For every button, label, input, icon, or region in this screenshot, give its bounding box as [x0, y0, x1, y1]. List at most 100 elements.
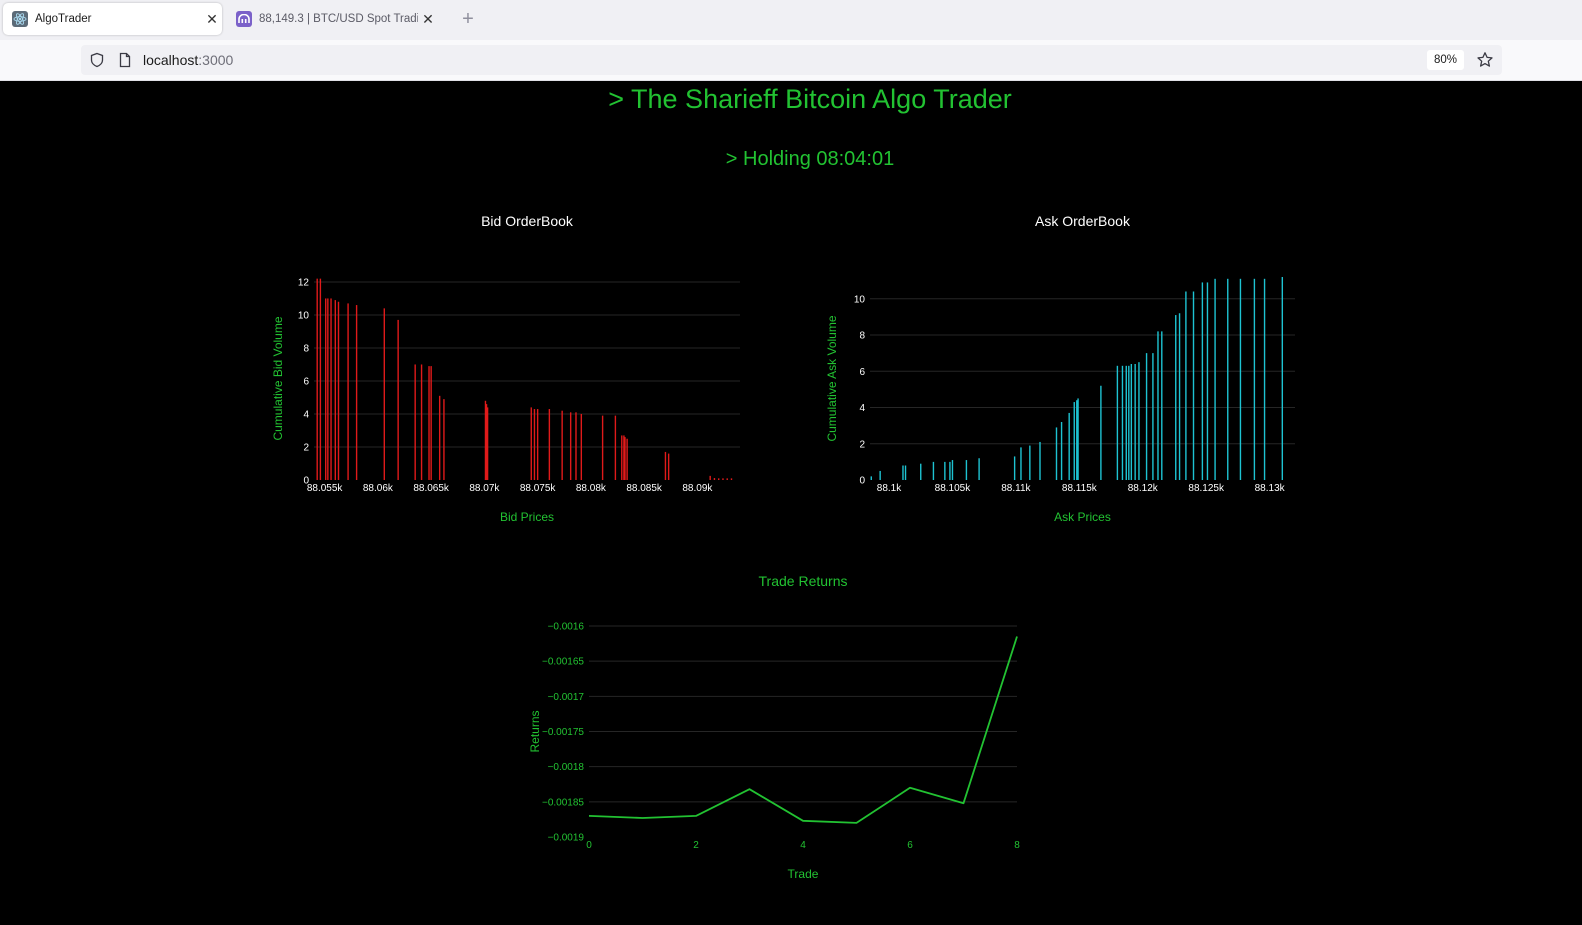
bar [569, 412, 572, 480]
bar [1157, 331, 1159, 480]
bar [1227, 278, 1229, 480]
kraken-icon [236, 11, 252, 27]
bar [1145, 353, 1148, 480]
x-tick-label: 88.105k [935, 483, 972, 494]
url-text[interactable]: localhost:3000 [143, 52, 233, 68]
bar [533, 409, 536, 480]
y-tick-label: 2 [859, 439, 865, 450]
y-axis-label: Returns [528, 710, 542, 752]
bar [428, 366, 430, 480]
x-tick-label: 88.06k [363, 483, 394, 494]
bar [1192, 291, 1195, 480]
bar [904, 465, 907, 480]
y-tick-label: −0.0017 [548, 692, 585, 703]
bar [397, 319, 399, 480]
bar [1263, 278, 1266, 480]
x-tick-label: 88.1k [877, 483, 902, 494]
page-icon [117, 52, 133, 73]
tab-kraken[interactable]: 88,149.3 | BTC/USD Spot Trading ✕ [233, 3, 438, 35]
bar [325, 298, 327, 480]
y-axis-label: Cumulative Ask Volume [825, 315, 839, 441]
bar [1130, 364, 1133, 480]
x-tick-label: 4 [800, 840, 806, 851]
bar [1206, 282, 1209, 480]
x-tick-label: 88.085k [626, 483, 663, 494]
bar [1214, 278, 1216, 480]
holding-status: > Holding 08:04:01 [725, 148, 895, 170]
bar [713, 478, 716, 480]
y-tick-label: 8 [303, 343, 309, 354]
bar [870, 476, 872, 480]
y-tick-label: 4 [303, 409, 309, 420]
bar [722, 478, 724, 480]
bar [1178, 313, 1181, 480]
close-icon[interactable]: ✕ [418, 11, 438, 28]
ask-orderbook-chart: Ask OrderBook 0 2 4 6 8 10 88.1k 88.105k 88.11k 88… [825, 213, 1295, 524]
y-axis-label: Cumulative Bid Volume [271, 316, 285, 440]
tab-title: AlgoTrader [35, 13, 92, 25]
y-tick-label: 6 [303, 376, 309, 387]
bar [978, 458, 980, 480]
x-tick-label: 88.13k [1255, 483, 1286, 494]
star-icon[interactable] [1476, 51, 1494, 74]
close-icon[interactable]: ✕ [202, 11, 222, 28]
bar [420, 364, 423, 480]
navigation-bar: localhost:3000 80% [0, 40, 1582, 81]
bar [614, 415, 617, 480]
bar [1020, 447, 1022, 480]
y-tick-label: 10 [298, 310, 310, 321]
bar [944, 461, 946, 480]
y-tick-label: 0 [859, 476, 865, 487]
chart-title: Bid OrderBook [481, 213, 574, 229]
bar [530, 407, 532, 480]
y-tick-label: 10 [854, 294, 866, 305]
address-bar[interactable]: localhost:3000 80% [81, 45, 1502, 75]
bar [1068, 412, 1070, 480]
x-axis-label: Ask Prices [1054, 510, 1111, 524]
bar [443, 399, 445, 480]
bar [1125, 365, 1127, 480]
bar [1253, 278, 1256, 480]
bar [438, 395, 441, 480]
y-tick-label: 6 [859, 367, 865, 378]
bar [337, 301, 340, 480]
bar [1100, 385, 1102, 480]
url-host: localhost [143, 52, 199, 68]
tab-title: 88,149.3 | BTC/USD Spot Trading [259, 13, 418, 25]
bar [949, 461, 951, 480]
tab-algotrader[interactable]: AlgoTrader ✕ [3, 3, 222, 35]
bar [667, 453, 670, 480]
bar [1161, 331, 1163, 480]
zoom-level-button[interactable]: 80% [1426, 50, 1464, 70]
bar [561, 410, 563, 480]
bar [718, 478, 720, 480]
x-tick-label: 8 [1014, 840, 1020, 851]
y-tick-label: 2 [303, 442, 309, 453]
bar [1013, 456, 1016, 480]
bar [621, 435, 623, 480]
y-tick-label: −0.00165 [542, 657, 584, 668]
x-tick-label: 88.115k [1062, 483, 1098, 494]
react-icon [12, 11, 28, 27]
bar [383, 308, 385, 480]
bar [1029, 445, 1031, 480]
bar [1138, 362, 1140, 480]
bar [575, 412, 577, 480]
bar [1077, 398, 1079, 480]
url-port: :3000 [198, 52, 234, 68]
new-tab-button[interactable]: + [458, 7, 478, 31]
shield-icon[interactable] [89, 52, 105, 73]
bar [414, 364, 416, 480]
bar [1185, 291, 1187, 480]
bar [1152, 353, 1154, 480]
x-tick-label: 88.09k [682, 483, 713, 494]
bar [1076, 400, 1078, 480]
x-tick-label: 2 [693, 840, 699, 851]
bar [1039, 441, 1041, 480]
bar [486, 407, 489, 480]
y-tick-label: 12 [298, 277, 310, 288]
bar [548, 409, 551, 480]
bar [920, 463, 922, 480]
bid-orderbook-chart: Bid OrderBook02468101288.055k 88.06k 88.06… [271, 213, 740, 524]
bar [316, 278, 318, 480]
